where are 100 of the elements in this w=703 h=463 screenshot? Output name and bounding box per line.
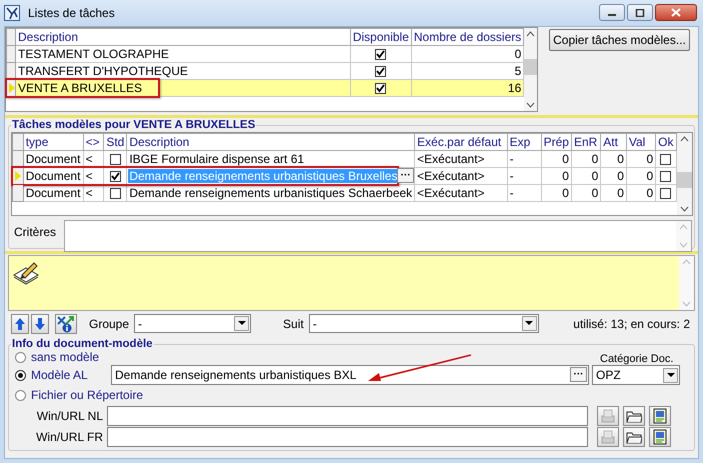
table-cell: 0 [541, 184, 572, 202]
folder-icon [626, 408, 642, 422]
group-label: Groupe [89, 316, 130, 330]
table-cell: 0 [600, 184, 626, 202]
folder-icon [626, 430, 642, 444]
minimize-button[interactable] [599, 4, 625, 21]
column-header[interactable]: Description [126, 134, 415, 150]
column-header[interactable]: Exp [507, 134, 542, 150]
scroll-up-icon[interactable] [680, 136, 689, 142]
criteria-field[interactable] [64, 220, 692, 252]
column-header[interactable]: Prép [541, 134, 572, 150]
document-button[interactable] [649, 406, 671, 426]
category-label: Catégorie Doc. [600, 352, 674, 365]
table-cell: Document [23, 184, 84, 202]
checkbox[interactable] [660, 170, 672, 182]
browse-button[interactable]: ··· [570, 367, 587, 382]
copy-templates-button[interactable]: Copier tâches modèles... [549, 29, 690, 51]
follows-dropdown[interactable]: - [308, 314, 539, 333]
table-cell: < [83, 168, 104, 184]
group-title: Info du document-modèle [11, 338, 154, 351]
table-cell: 0 [571, 150, 601, 168]
column-header[interactable]: Exéc.par défaut [414, 134, 508, 150]
scrollbar[interactable] [676, 133, 692, 215]
table-cell: TESTAMENT OLOGRAPHE [16, 46, 350, 62]
path-field[interactable] [107, 426, 588, 446]
checkbox[interactable] [110, 170, 121, 182]
table-cell: <Exécutant> [414, 168, 508, 184]
scanner-icon [600, 408, 616, 424]
table-cell: 0 [541, 150, 572, 168]
column-header[interactable]: Nombre de dossiers [411, 28, 524, 46]
close-button[interactable] [655, 4, 697, 21]
checkbox[interactable] [660, 188, 672, 199]
table-cell: 16 [411, 80, 524, 96]
checkbox[interactable] [375, 48, 386, 60]
checkbox[interactable] [660, 154, 672, 165]
checkbox[interactable] [375, 82, 386, 94]
column-header[interactable]: <> [83, 134, 104, 150]
group-dropdown[interactable]: - [134, 314, 252, 333]
info-arrows-icon [56, 314, 76, 332]
checkbox[interactable] [375, 66, 386, 77]
move-up-button[interactable] [11, 314, 29, 334]
browse-button[interactable]: ··· [397, 168, 414, 183]
table-cell: 0 [626, 150, 656, 168]
scanner-icon [600, 428, 616, 444]
app-icon [4, 5, 20, 21]
scroll-down-icon[interactable] [680, 206, 689, 212]
column-header[interactable]: Description [16, 28, 350, 46]
row-pointer-icon [15, 171, 21, 181]
radio-button[interactable]: Modèle AL [15, 368, 111, 382]
column-header[interactable]: Std [104, 134, 127, 150]
column-header[interactable]: Att [600, 134, 626, 150]
radio-button[interactable]: Fichier ou Répertoire [15, 388, 144, 402]
up-arrow-icon [14, 316, 26, 330]
group-title: Tâches modèles pour VENTE A BRUXELLES [11, 119, 256, 132]
category-dropdown[interactable]: OPZ [592, 365, 680, 385]
column-header[interactable]: EnR [571, 134, 601, 150]
follows-label: Suit [283, 316, 304, 330]
maximize-icon [635, 8, 645, 16]
document-icon [652, 428, 668, 444]
table-cell: 0 [571, 168, 601, 184]
usage-text: utilisé: 13; en cours: 2 [573, 316, 691, 330]
table-cell: - [507, 150, 542, 168]
scroll-down-icon[interactable] [526, 102, 536, 108]
info-tool-button[interactable] [55, 314, 77, 334]
table-cell: VENTE A BRUXELLES [16, 80, 350, 96]
table-cell: 0 [626, 184, 656, 202]
column-header[interactable]: Disponible [350, 28, 412, 46]
path-field[interactable] [107, 406, 588, 426]
column-header[interactable]: Ok [656, 134, 676, 150]
criteria-label: Critères [13, 224, 58, 241]
table-cell: 0 [541, 168, 572, 184]
notes-field[interactable] [8, 255, 695, 311]
scrollbar[interactable] [524, 28, 537, 111]
table-cell: - [507, 184, 542, 202]
maximize-button[interactable] [627, 4, 653, 21]
table-cell: < [83, 150, 104, 168]
table-cell: 0 [600, 150, 626, 168]
path-label: Win/URL NL [36, 408, 104, 422]
radio-button[interactable]: sans modèle [15, 350, 100, 364]
table-cell: <Exécutant> [414, 150, 508, 168]
template-field[interactable]: Demande renseignements urbanistiques BXL ··· [111, 365, 589, 385]
table-cell: <Exécutant> [414, 184, 508, 202]
document-button[interactable] [649, 426, 671, 446]
scroll-thumb[interactable] [524, 59, 537, 75]
column-header[interactable]: type [23, 134, 84, 150]
table-cell: Demande renseignements urbanistiques Schaerbeek [126, 184, 415, 202]
table-cell: - [507, 168, 542, 184]
caret-icon [525, 321, 534, 326]
checkbox[interactable] [110, 188, 121, 199]
folder-button[interactable] [623, 426, 645, 446]
move-down-button[interactable] [31, 314, 49, 334]
scroll-thumb[interactable] [676, 172, 692, 188]
table-cell: < [83, 184, 104, 202]
column-header[interactable]: Val [626, 134, 656, 150]
table-cell: 0 [626, 168, 656, 184]
folder-button[interactable] [623, 406, 645, 426]
window-title: Listes de tâches [28, 6, 115, 20]
scroll-up-icon[interactable] [526, 31, 536, 37]
path-label: Win/URL FR [35, 430, 104, 444]
checkbox[interactable] [110, 154, 121, 165]
